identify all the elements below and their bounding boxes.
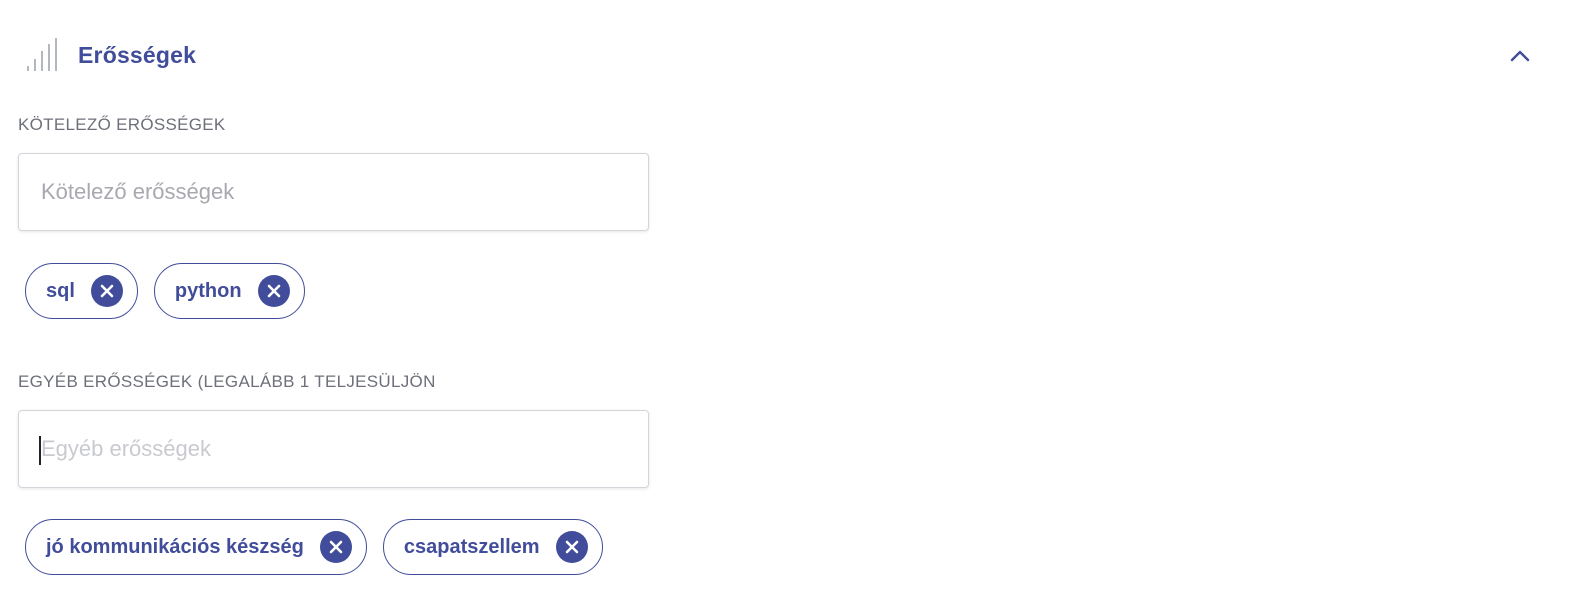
section-header: Erősségek <box>26 38 196 72</box>
tag-chip: csapatszellem <box>382 519 603 575</box>
required-tags-list: sql python <box>25 263 305 319</box>
collapse-section-button[interactable] <box>1506 42 1534 70</box>
close-icon <box>100 284 114 298</box>
tag-chip: jó kommunikációs készség <box>25 519 367 575</box>
tag-chip: python <box>153 263 305 319</box>
section-title: Erősségek <box>78 41 197 68</box>
tag-chip: sql <box>25 263 138 319</box>
text-cursor <box>39 436 41 465</box>
tag-label: python <box>174 279 242 302</box>
remove-tag-button[interactable] <box>90 275 123 307</box>
chevron-up-icon <box>1510 50 1530 62</box>
other-tags-list: jó kommunikációs készség csapatszellem <box>25 519 603 575</box>
remove-tag-button[interactable] <box>319 531 352 563</box>
remove-tag-button[interactable] <box>257 275 290 307</box>
required-strengths-label: KÖTELEZŐ ERŐSSÉGEK <box>18 115 226 134</box>
tag-label: csapatszellem <box>403 535 540 558</box>
other-strengths-label: EGYÉB ERŐSSÉGEK (LEGALÁBB 1 TELJESÜLJÖN <box>18 372 436 391</box>
tag-label: jó kommunikációs készség <box>46 535 304 558</box>
close-icon <box>267 284 280 298</box>
required-strengths-input[interactable] <box>18 153 649 231</box>
signal-strength-icon <box>27 38 57 71</box>
close-icon <box>565 540 578 554</box>
tag-label: sql <box>46 279 75 302</box>
remove-tag-button[interactable] <box>555 531 588 563</box>
other-strengths-input[interactable] <box>18 410 649 488</box>
close-icon <box>329 540 343 554</box>
